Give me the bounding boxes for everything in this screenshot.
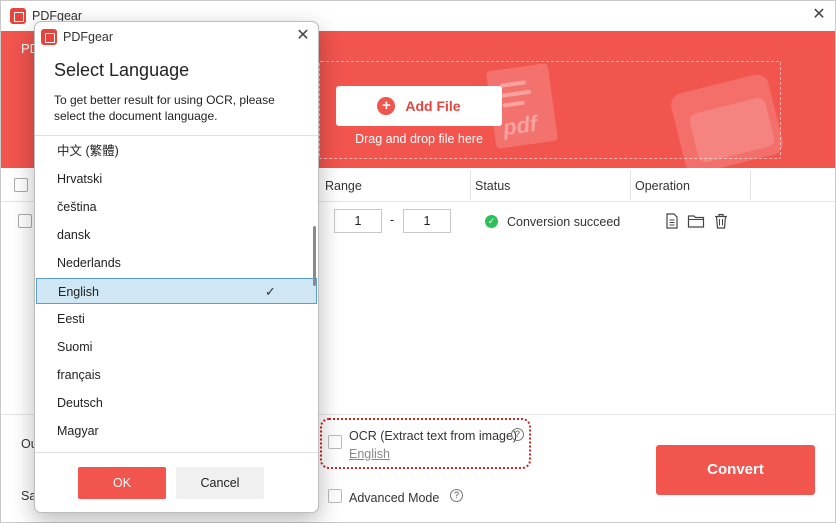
language-item[interactable]: Eesti <box>36 306 317 332</box>
trash-icon[interactable] <box>712 212 730 230</box>
language-list[interactable]: 中文 (繁體) Hrvatski čeština dansk Nederland… <box>35 135 318 453</box>
dialog-heading: Select Language <box>54 60 190 80</box>
plus-icon: + <box>377 97 396 115</box>
check-icon: ✓ <box>265 284 276 299</box>
ok-button[interactable]: OK <box>78 467 166 499</box>
language-item[interactable]: Nederlands <box>36 250 317 276</box>
pdfgear-logo-icon <box>41 29 57 45</box>
ocr-help-icon[interactable]: ? <box>511 428 524 441</box>
document-icon[interactable] <box>663 212 681 230</box>
language-item[interactable]: 中文 (繁體) <box>36 138 317 164</box>
row-checkbox[interactable] <box>18 214 32 228</box>
ocr-label: OCR (Extract text from image) <box>349 429 518 443</box>
range-separator: - <box>390 213 395 227</box>
conversion-status: Conversion succeed <box>507 215 621 229</box>
add-file-button[interactable]: + Add File <box>336 86 502 126</box>
range-column-header: Range <box>325 179 362 193</box>
close-icon[interactable]: ✕ <box>293 26 313 46</box>
column-divider <box>750 170 751 200</box>
language-item[interactable]: čeština <box>36 194 317 220</box>
dialog-window-title: PDFgear <box>63 30 114 44</box>
list-scrollbar[interactable] <box>313 226 316 286</box>
language-item[interactable]: Hrvatski <box>36 166 317 192</box>
column-divider <box>630 170 631 200</box>
close-icon[interactable]: ✕ <box>809 5 829 25</box>
advanced-help-icon[interactable]: ? <box>450 489 463 502</box>
language-item[interactable]: Deutsch <box>36 390 317 416</box>
advanced-mode-checkbox[interactable] <box>328 489 342 503</box>
add-file-label: Add File <box>405 98 461 114</box>
range-from-input[interactable]: 1 <box>334 209 382 233</box>
drag-drop-hint: Drag and drop file here <box>355 132 483 146</box>
ocr-highlight-annotation <box>320 418 531 469</box>
select-all-checkbox[interactable] <box>14 178 28 192</box>
select-language-dialog: PDFgear ✕ Select Language To get better … <box>34 21 319 513</box>
dialog-description: To get better result for using OCR, plea… <box>54 93 275 123</box>
language-item-selected[interactable]: English ✓ <box>36 278 317 304</box>
convert-button[interactable]: Convert <box>656 445 815 495</box>
language-item[interactable]: Magyar <box>36 418 317 444</box>
dialog-titlebar: PDFgear ✕ <box>35 22 318 52</box>
success-check-icon: ✓ <box>485 215 498 228</box>
language-item[interactable]: français <box>36 362 317 388</box>
range-to-input[interactable]: 1 <box>403 209 451 233</box>
language-item-label: English <box>58 285 99 299</box>
folder-icon[interactable] <box>687 212 705 230</box>
ocr-language-link[interactable]: English <box>349 447 390 461</box>
language-item[interactable]: Suomi <box>36 334 317 360</box>
status-column-header: Status <box>475 179 511 193</box>
operation-column-header: Operation <box>635 179 690 193</box>
advanced-mode-label: Advanced Mode <box>349 491 440 505</box>
cancel-button[interactable]: Cancel <box>176 467 264 499</box>
language-item[interactable]: dansk <box>36 222 317 248</box>
pdfgear-logo-icon <box>10 8 26 24</box>
ocr-checkbox[interactable] <box>328 435 342 449</box>
column-divider <box>470 170 471 200</box>
